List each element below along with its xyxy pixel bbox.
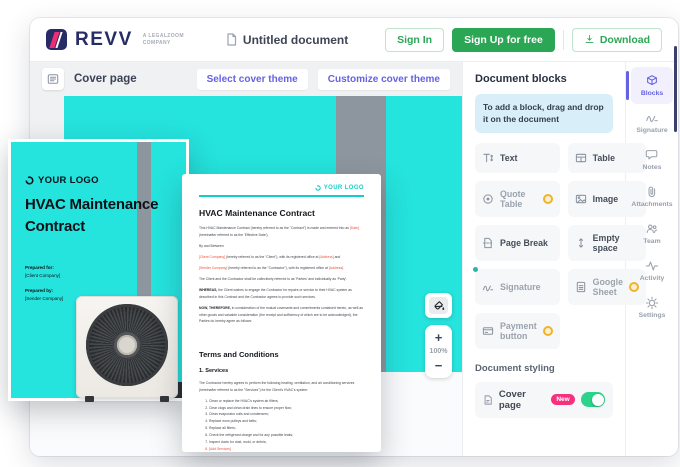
block-tile-page-break[interactable]: Page Break (475, 225, 560, 261)
brand-name: REVV (75, 29, 133, 51)
contract-paragraph: WHEREAS, the Client wishes to engage the… (199, 287, 364, 300)
signature-icon (645, 111, 659, 125)
service-item: Clean evaporator coils and condensers; (209, 411, 364, 418)
revv-logo-icon (46, 29, 67, 50)
header-actions: Sign In Sign Up for free Download (385, 28, 662, 52)
cover-toolbar: Cover page Select cover theme Customize … (30, 62, 462, 96)
payment-button-icon (482, 325, 494, 337)
service-item: Check the refrigerant charge and for any… (209, 432, 364, 439)
service-item: Inspect ducts for dust, mold, or debris; (209, 439, 364, 446)
blocks-icon (645, 74, 659, 88)
image-icon (575, 193, 587, 205)
hvac-unit-photo (76, 296, 178, 398)
rail-item-activity[interactable]: Activity (631, 252, 673, 289)
rail-item-attachments[interactable]: Attachments (631, 178, 673, 215)
contract-paragraph: [Sender Company] (hereby referred to as … (199, 265, 364, 272)
team-icon (645, 222, 659, 236)
terms-heading: Terms and Conditions (199, 350, 364, 359)
gear-icon (645, 296, 659, 310)
drag-drop-hint: To add a block, drag and drop it on the … (475, 94, 613, 133)
contract-paragraph: [Client Company] (hereby referred to as … (199, 254, 364, 261)
services-intro: The Contractor hereby agrees to perform … (199, 380, 364, 393)
empty-space-icon (575, 237, 587, 249)
side-rail: Blocks Signature Notes Attachments Team … (625, 62, 678, 456)
block-tile-signature[interactable]: Signature (475, 269, 560, 305)
quote-table-icon (482, 193, 494, 205)
cover-page-toggle[interactable] (581, 392, 605, 407)
signature-icon (482, 281, 494, 293)
cover-page-styling-row: Cover page New (475, 382, 613, 418)
paint-bucket-icon (429, 297, 448, 314)
customize-cover-theme-button[interactable]: Customize cover theme (318, 69, 450, 90)
cover-page-icon-button[interactable] (42, 68, 64, 90)
notes-icon (645, 148, 659, 162)
premium-badge (543, 194, 553, 204)
design-mode-button[interactable] (425, 293, 452, 318)
logo-mark-icon (315, 185, 321, 191)
zoom-controls: + 100% − (425, 325, 452, 378)
rail-item-team[interactable]: Team (631, 215, 673, 252)
canvas-floating-tools: + 100% − (425, 293, 452, 378)
panel-title: Document blocks (475, 73, 613, 85)
logo-mark-icon (25, 176, 34, 185)
contract-title: HVAC Maintenance Contract (199, 208, 364, 218)
cover-title: HVAC Maintenance Contract (25, 194, 161, 238)
cover-prepared-block: Prepared for: [Client Company] Prepared … (25, 264, 63, 303)
rail-item-notes[interactable]: Notes (631, 141, 673, 178)
contract-paragraph: This HVAC Maintenance Contract (hereby r… (199, 225, 364, 238)
sign-up-button[interactable]: Sign Up for free (452, 28, 555, 52)
service-item: Clean or replace the HVAC's system air f… (209, 398, 364, 405)
service-item: Clear clogs and clean drain lines to ens… (209, 405, 364, 412)
brand-tagline: A LEGALZOOMCOMPANY (143, 33, 184, 46)
table-icon (575, 152, 587, 164)
document-icon (226, 33, 237, 46)
block-tile-quote-table[interactable]: Quote Table (475, 181, 560, 217)
app-header: REVV A LEGALZOOMCOMPANY Untitled documen… (30, 18, 678, 62)
blocks-grid: Text Table Quote Table Image Page (475, 143, 613, 349)
zoom-in-button[interactable]: + (435, 331, 443, 344)
header-divider (563, 30, 564, 50)
page-logo: YOUR LOGO (199, 185, 364, 191)
service-item: [Add Services] (209, 446, 364, 452)
document-title[interactable]: Untitled document (226, 33, 348, 47)
cover-layout-icon (47, 73, 59, 85)
download-button[interactable]: Download (572, 28, 662, 52)
activity-pulse-icon (645, 259, 659, 273)
new-badge: New (551, 394, 574, 405)
paperclip-icon (645, 185, 659, 199)
sign-in-button[interactable]: Sign In (385, 28, 444, 52)
cover-logo: YOUR LOGO (25, 175, 99, 186)
rail-item-blocks[interactable]: Blocks (631, 67, 673, 104)
select-cover-theme-button[interactable]: Select cover theme (197, 69, 308, 90)
cover-preview-card: YOUR LOGO HVAC Maintenance Contract Prep… (8, 139, 189, 401)
rail-item-settings[interactable]: Settings (631, 289, 673, 326)
document-blocks-panel: Document blocks To add a block, drag and… (462, 62, 625, 456)
text-icon (482, 152, 494, 164)
block-tile-text[interactable]: Text (475, 143, 560, 173)
service-item: Replace all filters; (209, 425, 364, 432)
block-tile-payment-button[interactable]: Payment button (475, 313, 560, 349)
contract-paragraph: NOW, THEREFORE, in consideration of the … (199, 305, 364, 325)
contract-page-preview: YOUR LOGO HVAC Maintenance Contract This… (182, 174, 381, 452)
signature-drag-dot (473, 267, 478, 272)
download-icon (584, 34, 595, 45)
hvac-fan (86, 304, 168, 386)
zoom-out-button[interactable]: − (435, 359, 443, 372)
cover-page-doc-icon (483, 394, 493, 406)
contract-paragraph: By and Between (199, 243, 364, 250)
window-scrollbar[interactable] (674, 46, 677, 132)
revv-logo[interactable]: REVV A LEGALZOOMCOMPANY (46, 29, 184, 51)
services-heading: 1. Services (199, 368, 364, 374)
google-sheet-icon (575, 281, 587, 293)
page-divider (199, 195, 364, 197)
contract-paragraph: The Client and the Contractor shall be c… (199, 276, 364, 283)
service-item: Replace worn pulleys and belts; (209, 418, 364, 425)
document-styling-title: Document styling (475, 363, 613, 374)
zoom-level: 100% (430, 348, 448, 355)
services-list: Clean or replace the HVAC's system air f… (199, 398, 364, 452)
cover-page-label: Cover page (74, 73, 137, 85)
premium-badge (543, 326, 553, 336)
rail-item-signature[interactable]: Signature (631, 104, 673, 141)
page-break-icon (482, 237, 494, 249)
